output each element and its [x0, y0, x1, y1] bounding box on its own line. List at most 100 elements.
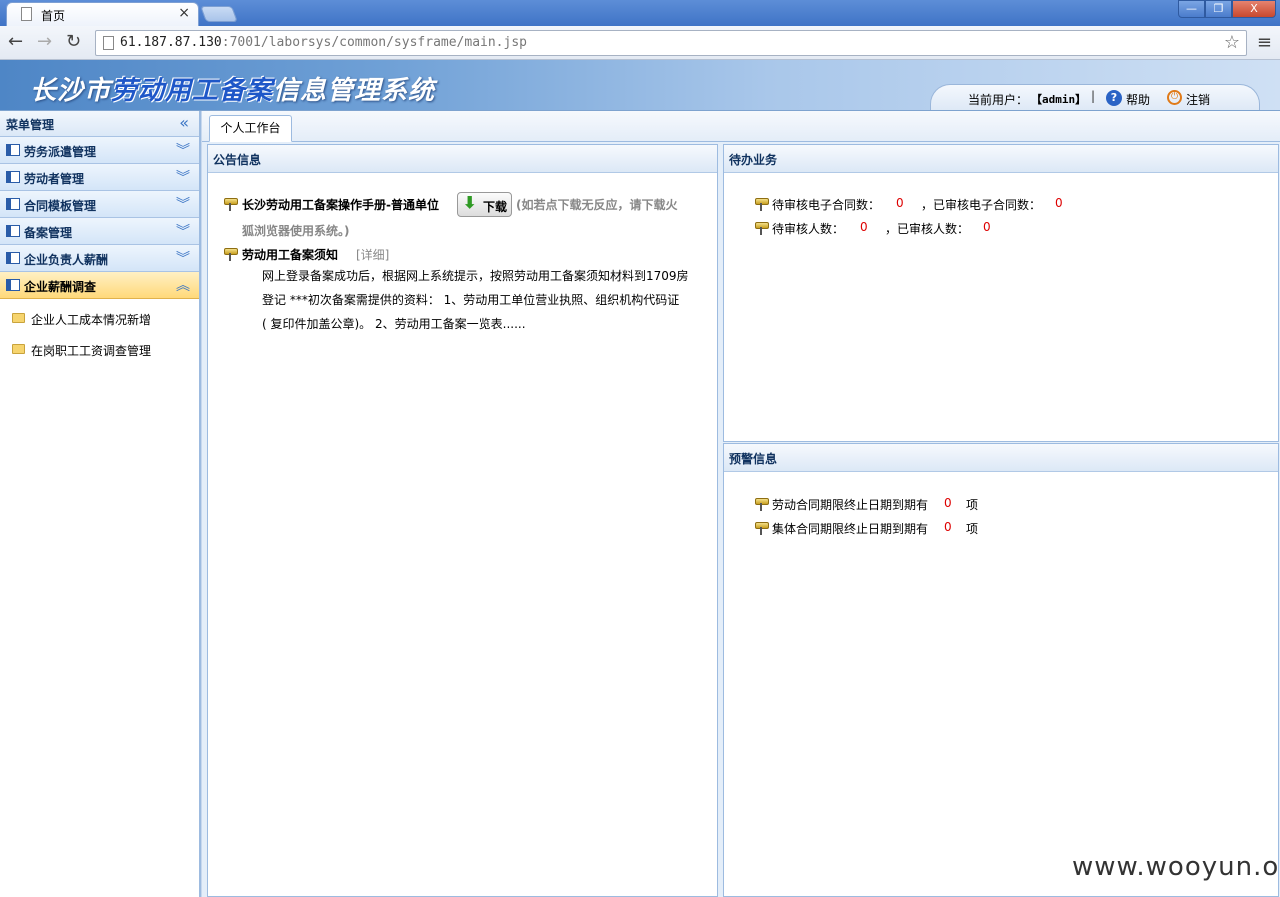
- unreviewed-people-count[interactable]: 0: [860, 220, 868, 234]
- reviewed-contracts-count[interactable]: 0: [1055, 196, 1063, 210]
- pending-panel: 待办业务 待审核电子合同数： 0 ，已审核电子合同数： 0 待审核人数： 0 ，…: [723, 144, 1279, 442]
- tab-title: 首页: [41, 9, 66, 23]
- help-link[interactable]: 帮助: [1126, 91, 1150, 108]
- menu-icon: [6, 144, 20, 156]
- page-icon: [21, 7, 32, 21]
- sidebar-subitem-wage-survey[interactable]: 在岗职工工资调查管理: [0, 334, 199, 365]
- current-user-label: 当前用户：: [968, 93, 1029, 107]
- browser-menu-icon[interactable]: ≡: [1257, 32, 1272, 53]
- panel-header: 预警信息: [724, 444, 1278, 472]
- url-text: 61.187.87.130:7001/laborsys/common/sysfr…: [120, 35, 527, 50]
- unreviewed-contracts-count[interactable]: 0: [896, 196, 904, 210]
- browser-tab[interactable]: 首页 ×: [6, 2, 199, 26]
- panel-header: 公告信息: [208, 145, 717, 173]
- notice-title[interactable]: 劳动用工备案须知: [242, 246, 338, 263]
- power-icon[interactable]: ⏻: [1167, 90, 1182, 105]
- sidebar-item-filing[interactable]: 备案管理 ︾: [0, 218, 199, 245]
- app-title: 长沙市劳动用工备案信息管理系统: [30, 70, 435, 107]
- help-icon[interactable]: ?: [1106, 90, 1122, 106]
- main-area: 个人工作台 公告信息 长沙劳动用工备案操作手册-普通单位 ⬇ 下载 (如若点下载…: [201, 111, 1280, 897]
- logout-link[interactable]: 注销: [1186, 91, 1210, 108]
- folder-icon: [12, 313, 25, 323]
- sidebar-item-workers[interactable]: 劳动者管理 ︾: [0, 164, 199, 191]
- sidebar-subitem-label: 在岗职工工资调查管理: [31, 344, 152, 358]
- unreviewed-people-label: 待审核人数：: [772, 222, 845, 236]
- collective-contract-unit: 项: [966, 522, 979, 536]
- sidebar-title: 菜单管理: [6, 118, 55, 132]
- sidebar-item-label: 劳务派遣管理: [24, 145, 97, 159]
- minimize-button[interactable]: —: [1178, 0, 1205, 18]
- new-tab-button[interactable]: [200, 6, 238, 22]
- chevron-up-icon: ︽: [176, 278, 190, 294]
- back-arrow-icon[interactable]: ←: [8, 32, 23, 52]
- window-controls: — ❐ X: [1178, 0, 1276, 18]
- unreviewed-contracts-label: 待审核电子合同数：: [772, 198, 881, 212]
- reload-icon[interactable]: ↻: [66, 32, 81, 52]
- panel-title: 公告信息: [213, 153, 262, 167]
- sidebar-item-salary-survey[interactable]: 企业薪酬调查 ︽: [0, 272, 199, 299]
- sidebar-item-label: 企业负责人薪酬: [24, 253, 109, 267]
- labor-contract-count[interactable]: 0: [944, 496, 952, 510]
- chevron-down-icon: ︾: [176, 251, 190, 267]
- detail-link[interactable]: [详细]: [356, 246, 389, 263]
- app-header: 长沙市劳动用工备案信息管理系统 当前用户： 【admin】 | ? 帮助 ⏻ 注…: [0, 60, 1280, 111]
- pin-icon: [755, 196, 769, 211]
- chevron-down-icon: ︾: [176, 197, 190, 213]
- reviewed-people-count[interactable]: 0: [983, 220, 991, 234]
- notice-body: 网上登录备案成功后，根据网上系统提示，按照劳动用工备案须知材料到1709房 登记…: [242, 264, 712, 336]
- tab-personal-workbench[interactable]: 个人工作台: [209, 115, 292, 142]
- collective-contract-count[interactable]: 0: [944, 520, 952, 534]
- user-bar: 当前用户： 【admin】 | ? 帮助 ⏻ 注销: [930, 84, 1260, 110]
- sidebar: 菜单管理 « 劳务派遣管理 ︾ 劳动者管理 ︾ 合同模板管理 ︾ 备案管理 ︾ …: [0, 111, 201, 897]
- document-icon: [103, 36, 114, 50]
- menu-icon: [6, 252, 20, 264]
- warning-panel: 预警信息 劳动合同期限终止日期到期有 0 项 集体合同期限终止日期到期有 0 项: [723, 443, 1279, 897]
- sidebar-subitem-labor-cost[interactable]: 企业人工成本情况新增: [0, 303, 199, 334]
- collective-contract-label: 集体合同期限终止日期到期有: [772, 522, 929, 536]
- collapse-left-icon[interactable]: «: [179, 113, 189, 132]
- labor-contract-label: 劳动合同期限终止日期到期有: [772, 498, 929, 512]
- sidebar-header: 菜单管理 «: [0, 111, 199, 137]
- pin-icon: [755, 496, 769, 511]
- menu-icon: [6, 279, 20, 291]
- tab-close-icon[interactable]: ×: [178, 5, 190, 21]
- separator: |: [1091, 89, 1096, 103]
- work-tabstrip: 个人工作台: [202, 111, 1280, 142]
- download-label: 下载: [483, 200, 508, 214]
- browser-toolbar: ← → ↻ 61.187.87.130:7001/laborsys/common…: [0, 26, 1280, 60]
- manual-title[interactable]: 长沙劳动用工备案操作手册-普通单位: [242, 196, 439, 213]
- sidebar-item-contract-templates[interactable]: 合同模板管理 ︾: [0, 191, 199, 218]
- maximize-button[interactable]: ❐: [1205, 0, 1232, 18]
- sidebar-item-executive-pay[interactable]: 企业负责人薪酬 ︾: [0, 245, 199, 272]
- notice-line: ( 复印件加盖公章)。 2、劳动用工备案一览表......: [262, 317, 526, 331]
- download-note-cont: 狐浏览器使用系统。): [242, 224, 350, 238]
- reviewed-contracts-label: ，已审核电子合同数：: [921, 198, 1042, 212]
- chevron-down-icon: ︾: [176, 143, 190, 159]
- title-suffix: 信息管理系统: [273, 76, 436, 106]
- sidebar-subitem-label: 企业人工成本情况新增: [31, 313, 152, 327]
- download-button[interactable]: ⬇ 下载: [457, 192, 512, 217]
- close-window-button[interactable]: X: [1232, 0, 1276, 18]
- pin-icon: [755, 520, 769, 535]
- folder-icon: [12, 344, 25, 354]
- watermark: www.wooyun.org: [1072, 852, 1280, 882]
- title-highlight: 劳动用工备案: [111, 76, 274, 106]
- browser-titlebar: 首页 × — ❐ X: [0, 0, 1280, 26]
- title-city: 长沙市: [30, 76, 112, 106]
- panel-header: 待办业务: [724, 145, 1278, 173]
- announcement-panel: 公告信息 长沙劳动用工备案操作手册-普通单位 ⬇ 下载 (如若点下载无反应，请下…: [207, 144, 718, 897]
- sidebar-item-label: 备案管理: [24, 226, 73, 240]
- bookmark-star-icon[interactable]: ☆: [1224, 32, 1240, 53]
- download-note: (如若点下载无反应，请下载火: [516, 198, 678, 212]
- chevron-down-icon: ︾: [176, 224, 190, 240]
- sidebar-item-dispatch[interactable]: 劳务派遣管理 ︾: [0, 137, 199, 164]
- address-bar[interactable]: 61.187.87.130:7001/laborsys/common/sysfr…: [95, 30, 1247, 56]
- current-user-name: 【admin】: [1031, 93, 1087, 106]
- labor-contract-unit: 项: [966, 498, 979, 512]
- forward-arrow-icon[interactable]: →: [37, 32, 52, 52]
- pin-icon: [224, 246, 238, 261]
- menu-icon: [6, 225, 20, 237]
- sidebar-item-label: 劳动者管理: [24, 172, 85, 186]
- url-host: 61.187.87.130: [120, 35, 222, 50]
- reviewed-people-label: ，已审核人数：: [885, 222, 970, 236]
